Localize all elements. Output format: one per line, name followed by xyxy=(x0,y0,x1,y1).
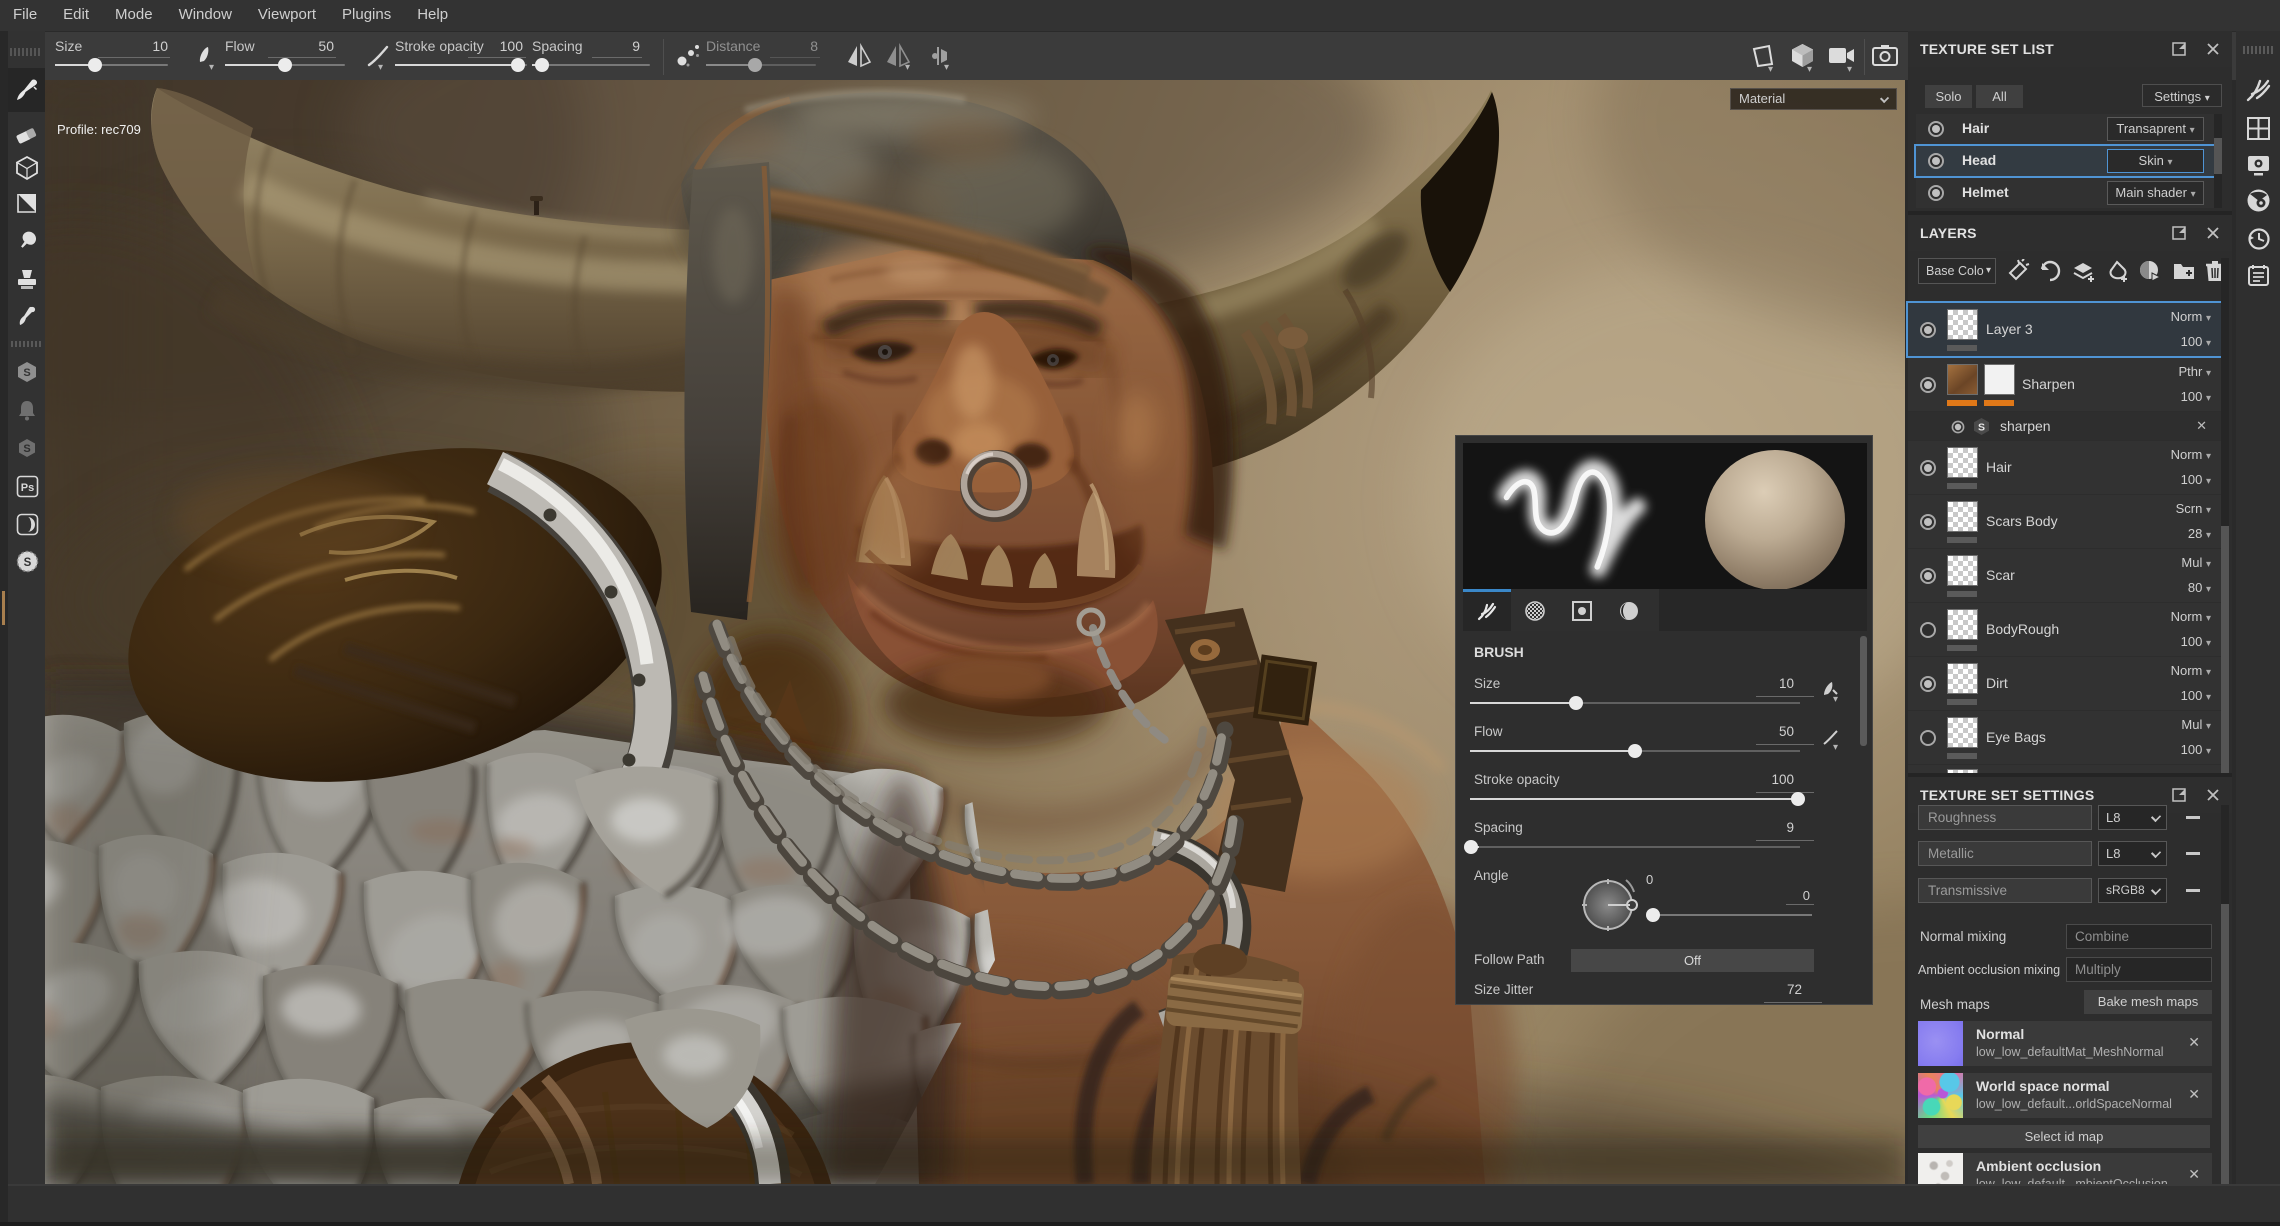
svg-text:Ps: Ps xyxy=(21,482,34,494)
svg-text:S: S xyxy=(23,443,30,455)
svg-text:S: S xyxy=(23,367,30,379)
svg-text:S: S xyxy=(24,557,32,569)
svg-text:S: S xyxy=(1978,422,1985,434)
